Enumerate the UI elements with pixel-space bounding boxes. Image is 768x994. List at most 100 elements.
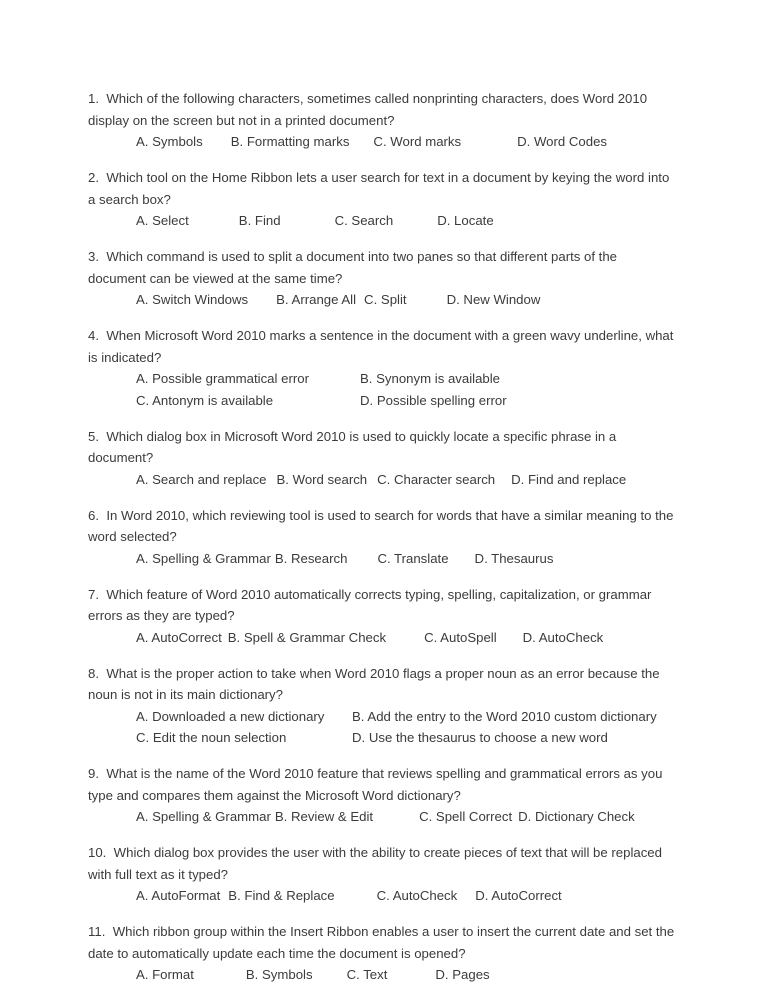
question-block: 11. Which ribbon group within the Insert… — [88, 921, 678, 986]
question-block: 4. When Microsoft Word 2010 marks a sent… — [88, 325, 678, 411]
answer-option[interactable]: A. Symbols — [136, 131, 203, 153]
answer-option[interactable]: C. Text — [347, 964, 388, 986]
answer-option[interactable]: C. Edit the noun selection — [136, 727, 352, 749]
question-text: 2. Which tool on the Home Ribbon lets a … — [88, 167, 678, 210]
answer-option[interactable]: A. Possible grammatical error — [136, 368, 360, 390]
answer-option[interactable]: D. Use the thesaurus to choose a new wor… — [352, 727, 608, 749]
answer-option[interactable]: C. Split — [364, 289, 407, 311]
question-text: 10. Which dialog box provides the user w… — [88, 842, 678, 885]
answer-options: A. Spelling & Grammar B. Research C. Trans… — [88, 548, 678, 570]
answer-options: A. Spelling & Grammar B. Review & Edit C. … — [88, 806, 678, 828]
answer-option[interactable]: B. Symbols — [246, 964, 313, 986]
question-text: 8. What is the proper action to take whe… — [88, 663, 678, 706]
answer-option[interactable]: B. Arrange All — [276, 289, 356, 311]
question-prompt: Which ribbon group within the Insert Rib… — [88, 924, 675, 961]
answer-option[interactable]: D. New Window — [447, 289, 541, 311]
question-block: 5. Which dialog box in Microsoft Word 20… — [88, 426, 678, 491]
answer-option[interactable]: C. AutoSpell — [424, 627, 497, 649]
question-text: 6. In Word 2010, which reviewing tool is… — [88, 505, 678, 548]
answer-option[interactable]: A. Select — [136, 210, 189, 232]
question-prompt: In Word 2010, which reviewing tool is us… — [88, 507, 674, 545]
question-block: 10. Which dialog box provides the user w… — [88, 842, 678, 907]
answer-option[interactable]: B. Synonym is available — [360, 368, 500, 390]
answer-option[interactable]: B. Find & Replace — [228, 885, 334, 907]
question-prompt: Which dialog box in Microsoft Word 2010 … — [88, 428, 617, 466]
answer-options: A. Possible grammatical error B. Synonym … — [88, 368, 678, 411]
answer-option[interactable]: C. Character search — [377, 469, 495, 491]
question-text: 9. What is the name of the Word 2010 fea… — [88, 763, 678, 806]
answer-option[interactable]: D. Pages — [435, 964, 489, 986]
answer-option[interactable]: D. Word Codes — [517, 131, 607, 153]
question-number: 4. — [88, 328, 99, 343]
answer-options: A. Format B. Symbols C. Text D. Pages — [88, 964, 678, 986]
answer-option[interactable]: A. AutoCorrect — [136, 627, 222, 649]
question-text: 3. Which command is used to split a docu… — [88, 246, 678, 289]
answer-options: A. Switch Windows B. Arrange All C. Split D… — [88, 289, 678, 311]
question-text: 5. Which dialog box in Microsoft Word 20… — [88, 426, 678, 469]
question-number: 10. — [88, 845, 107, 860]
answer-option[interactable]: C. Translate — [377, 548, 448, 570]
answer-option[interactable]: D. AutoCheck — [523, 627, 604, 649]
answer-option[interactable]: C. Word marks — [373, 131, 461, 153]
question-block: 3. Which command is used to split a docu… — [88, 246, 678, 311]
answer-option[interactable]: B. Research — [275, 548, 348, 570]
question-number: 1. — [88, 91, 99, 106]
answer-option[interactable]: D. Dictionary Check — [518, 806, 635, 828]
answer-options: A. AutoCorrect B. Spell & Grammar Check C.… — [88, 627, 678, 649]
question-block: 6. In Word 2010, which reviewing tool is… — [88, 505, 678, 570]
question-text: 1. Which of the following characters, so… — [88, 88, 678, 131]
answer-option[interactable]: C. Antonym is available — [136, 390, 360, 412]
question-text: 4. When Microsoft Word 2010 marks a sent… — [88, 325, 678, 368]
answer-row: A. Possible grammatical error B. Synonym … — [136, 368, 678, 390]
answer-option[interactable]: D. Find and replace — [511, 469, 626, 491]
question-block: 1. Which of the following characters, so… — [88, 88, 678, 153]
answer-option[interactable]: C. Search — [335, 210, 394, 232]
question-prompt: What is the name of the Word 2010 featur… — [88, 766, 663, 803]
question-prompt: Which dialog box provides the user with … — [88, 845, 662, 882]
question-number: 5. — [88, 428, 99, 444]
answer-row: C. Antonym is available D. Possible spell… — [136, 390, 678, 412]
answer-option[interactable]: B. Formatting marks — [231, 131, 350, 153]
question-number: 3. — [88, 249, 99, 264]
question-prompt: What is the proper action to take when W… — [88, 665, 660, 703]
answer-option[interactable]: A. Downloaded a new dictionary — [136, 706, 352, 728]
question-text: 11. Which ribbon group within the Insert… — [88, 921, 678, 964]
question-prompt: Which command is used to split a documen… — [88, 249, 618, 286]
question-prompt: Which of the following characters, somet… — [88, 91, 648, 128]
answer-options: A. Downloaded a new dictionary B. Add the… — [88, 706, 678, 749]
answer-option[interactable]: D. Thesaurus — [475, 548, 554, 570]
question-prompt: Which feature of Word 2010 automatically… — [88, 586, 652, 624]
answer-option[interactable]: D. Possible spelling error — [360, 390, 507, 412]
answer-option[interactable]: B. Spell & Grammar Check — [228, 627, 386, 649]
document-page: 1. Which of the following characters, so… — [0, 0, 768, 994]
question-number: 11. — [88, 924, 106, 939]
answer-option[interactable]: A. Spelling & Grammar — [136, 548, 271, 570]
question-number: 6. — [88, 507, 99, 523]
answer-row: A. Downloaded a new dictionary B. Add the… — [136, 706, 678, 728]
answer-option[interactable]: D. Locate — [437, 210, 493, 232]
answer-option[interactable]: A. Spelling & Grammar — [136, 806, 271, 828]
answer-option[interactable]: A. Format — [136, 964, 194, 986]
answer-option[interactable]: C. Spell Correct — [419, 806, 512, 828]
question-block: 2. Which tool on the Home Ribbon lets a … — [88, 167, 678, 232]
answer-option[interactable]: D. AutoCorrect — [475, 885, 561, 907]
question-number: 9. — [88, 766, 99, 781]
answer-option[interactable]: C. AutoCheck — [377, 885, 458, 907]
answer-option[interactable]: B. Find — [239, 210, 281, 232]
answer-option[interactable]: B. Review & Edit — [275, 806, 373, 828]
document-body: 1. Which of the following characters, so… — [88, 88, 678, 986]
question-block: 8. What is the proper action to take whe… — [88, 663, 678, 749]
answer-options: A. AutoFormat B. Find & Replace C. AutoChe… — [88, 885, 678, 907]
answer-option[interactable]: A. AutoFormat — [136, 885, 220, 907]
answer-option[interactable]: B. Add the entry to the Word 2010 custom… — [352, 706, 657, 728]
answer-option[interactable]: A. Search and replace — [136, 469, 267, 491]
question-number: 8. — [88, 665, 99, 681]
question-block: 7. Which feature of Word 2010 automatica… — [88, 584, 678, 649]
question-prompt: When Microsoft Word 2010 marks a sentenc… — [88, 328, 674, 365]
question-number: 2. — [88, 170, 99, 185]
answer-option[interactable]: A. Switch Windows — [136, 289, 248, 311]
answer-options: A. Search and replace B. Word search C. Ch… — [88, 469, 678, 491]
answer-option[interactable]: B. Word search — [277, 469, 368, 491]
answer-options: A. Select B. Find C. Search D. Locate — [88, 210, 678, 232]
answer-options: A. Symbols B. Formatting marks C. Word mar… — [88, 131, 678, 153]
